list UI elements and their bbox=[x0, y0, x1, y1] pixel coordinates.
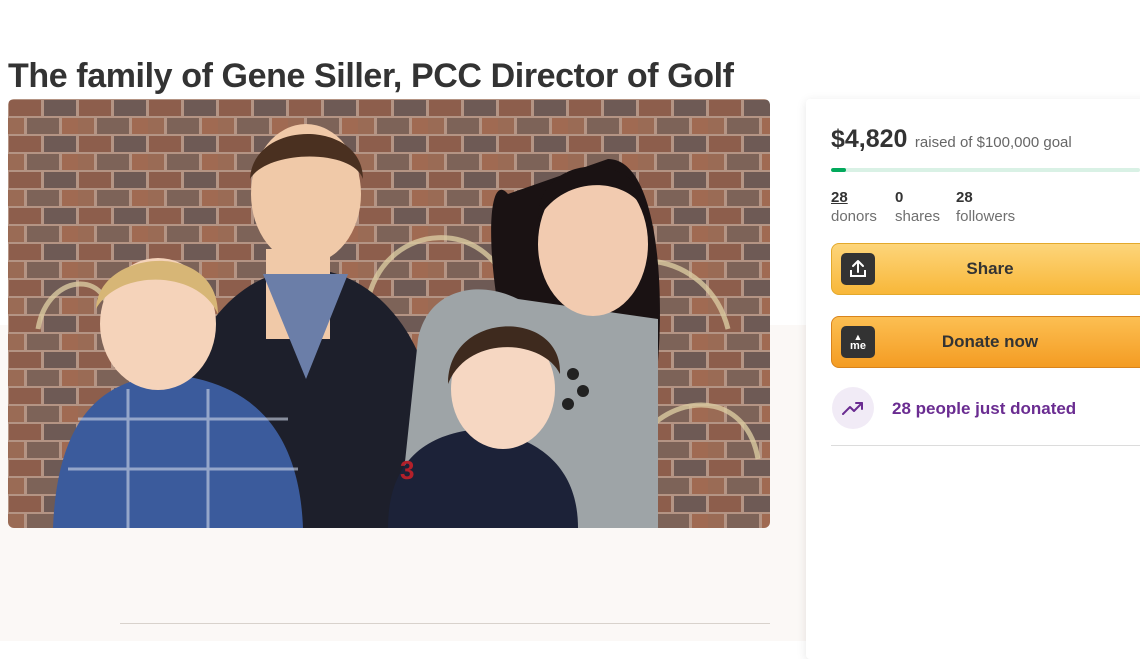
trending-up-icon bbox=[832, 387, 874, 429]
page-title: The family of Gene Siller, PCC Director … bbox=[8, 56, 734, 95]
donate-now-button[interactable]: ▲ me Donate now bbox=[831, 316, 1140, 368]
stat-shares: 0 shares bbox=[895, 188, 940, 226]
stat-shares-label: shares bbox=[895, 208, 941, 225]
gofundme-logo-text: me bbox=[850, 340, 866, 352]
stat-donors-count[interactable]: 28 bbox=[831, 188, 877, 207]
svg-text:3: 3 bbox=[400, 455, 414, 485]
stat-donors[interactable]: 28 donors bbox=[831, 188, 877, 226]
share-button-label: Share bbox=[966, 259, 1014, 278]
content-divider bbox=[120, 623, 770, 624]
goal-text: raised of $100,000 goal bbox=[914, 134, 1072, 151]
card-divider bbox=[831, 445, 1140, 446]
stat-followers-count: 28 bbox=[956, 189, 973, 206]
amount-raised-row: $4,820 raised of $100,000 goal bbox=[831, 125, 1072, 154]
gofundme-logo-icon: ▲ me bbox=[841, 326, 875, 358]
donate-now-label: Donate now bbox=[941, 332, 1039, 351]
amount-raised: $4,820 bbox=[831, 125, 908, 153]
stat-followers-label: followers bbox=[956, 208, 1016, 225]
stat-shares-count: 0 bbox=[895, 189, 904, 206]
progress-bar-fill bbox=[831, 168, 846, 172]
recent-donations-text[interactable]: 28 people just donated bbox=[892, 399, 1076, 419]
donation-card bbox=[806, 99, 1140, 659]
stat-donors-label: donors bbox=[831, 208, 877, 225]
campaign-photo[interactable]: 3 bbox=[8, 99, 770, 528]
stat-followers: 28 followers bbox=[956, 188, 1015, 226]
share-button[interactable]: Share bbox=[831, 243, 1140, 295]
share-upload-icon bbox=[841, 253, 875, 285]
progress-bar bbox=[831, 168, 1140, 172]
